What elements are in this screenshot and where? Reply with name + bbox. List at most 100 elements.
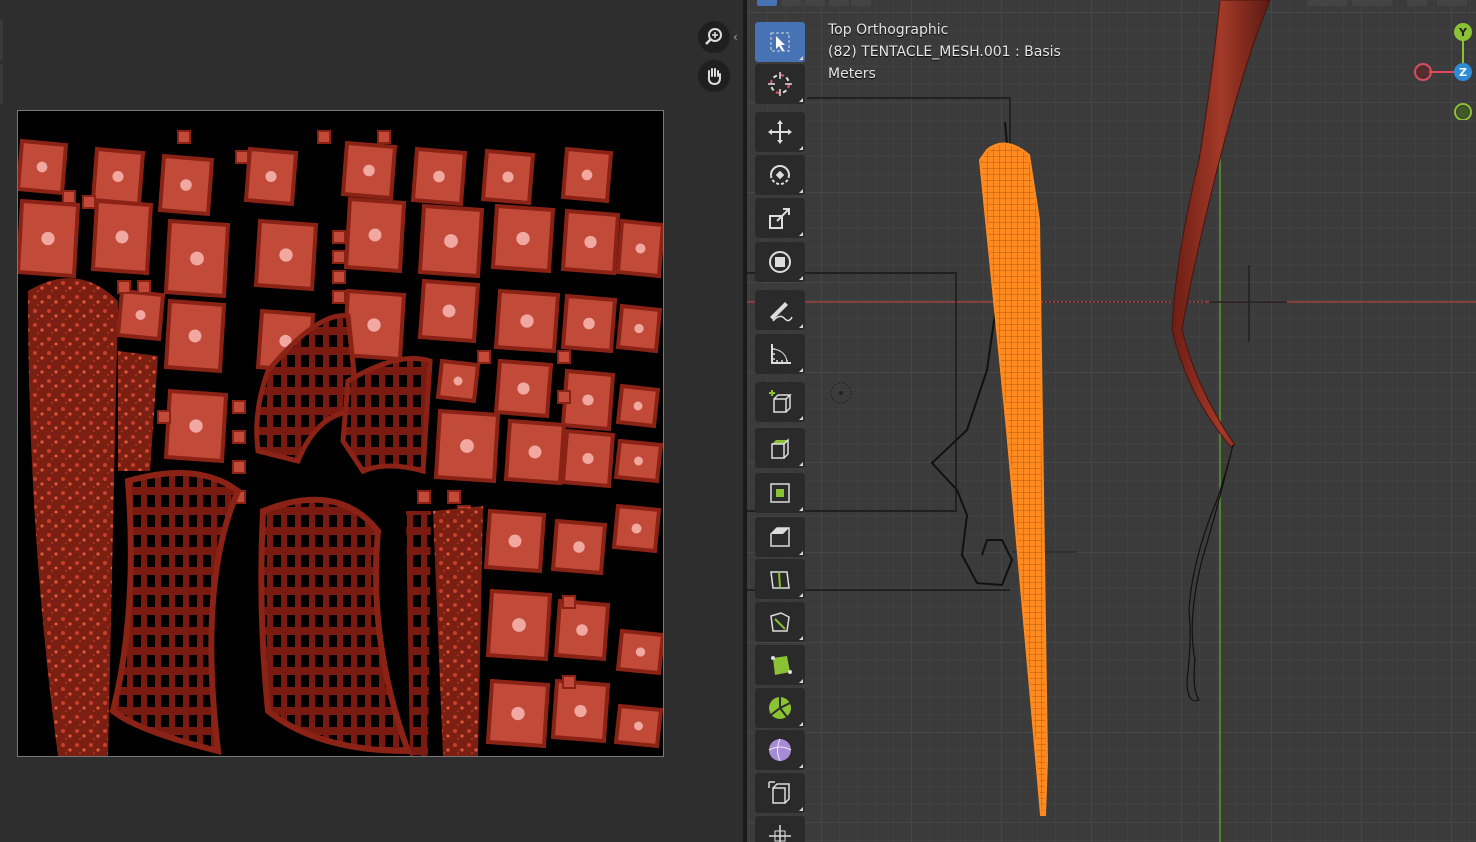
header-control[interactable] [1307,0,1347,6]
uv-island-small [477,350,491,364]
tool-inset-button[interactable] [755,473,805,513]
add-cube-icon [769,390,792,413]
uv-island-dot [368,228,382,242]
uv-curved-band [340,356,433,475]
uv-island-dot [517,382,530,395]
tool-move-button[interactable] [755,112,805,152]
uv-island-small [332,230,346,244]
3d-viewport[interactable]: Top Orthographic (82) TENTACLE_MESH.001 … [747,0,1476,842]
select-mode-tab[interactable] [757,0,777,6]
uv-island-dot [265,170,277,183]
pan-hand-icon[interactable] [698,60,730,92]
tool-annotate-button[interactable] [755,290,805,330]
tool-knife-button[interactable] [755,602,805,642]
zoom-icon[interactable] [698,21,730,53]
uv-island-dot [508,534,522,548]
uv-island-small [557,390,571,404]
tool-smooth-button[interactable] [755,730,805,770]
uv-island-small [157,410,171,424]
tool-loop-cut-button[interactable] [755,559,805,599]
uv-island-small [235,150,249,164]
active-object-info: (82) TENTACLE_MESH.001 : Basis [828,44,1061,60]
uv-island-dot [583,317,595,330]
tool-select-box-button[interactable] [755,22,805,62]
inset-faces-icon [770,483,790,503]
viewport-scene[interactable] [747,0,1476,842]
viewport-header-strip[interactable] [747,0,1476,6]
uv-island-dot [502,171,514,183]
move-icon [768,120,792,144]
tool-add-cube-button[interactable] [755,382,805,422]
uv-island-dot [442,304,456,318]
uv-island-small [557,350,571,364]
units-label: Meters [828,66,876,82]
tool-poly-build-button[interactable] [755,645,805,685]
knife-icon [770,612,790,632]
uv-island-dot [433,170,445,183]
header-control[interactable] [1352,0,1392,6]
bevel-icon [770,527,790,547]
tool-edge-slide-button[interactable] [755,773,805,813]
uv-island-small [137,280,151,294]
image-editor-panel[interactable]: ‹ [0,0,743,842]
uv-island-dot [634,456,643,466]
uv-island-dot [576,624,588,636]
uv-island-small [332,250,346,264]
uv-island-dot [520,314,534,328]
header-control[interactable] [1407,0,1427,6]
tool-spin-button[interactable] [755,688,805,728]
uv-island-dot [528,445,542,459]
uv-island-dot [582,452,594,465]
extrude-icon [771,438,789,459]
tool-rotate-button[interactable] [755,155,805,195]
select-box-icon [770,32,790,52]
uv-island-dot [36,161,48,173]
rotate-icon [770,165,790,185]
uv-island-dot [135,310,146,320]
tool-cursor-button[interactable] [755,64,805,104]
uv-island-small [417,490,431,504]
uv-texture-image[interactable] [17,110,664,757]
header-control[interactable] [1437,0,1467,6]
select-mode-tab[interactable] [851,0,871,6]
collapse-chevron-icon[interactable]: ‹ [733,30,738,44]
navigation-gizmo[interactable]: Y Z [1407,20,1473,120]
viewport-info-overlay: Top Orthographic (82) TENTACLE_MESH.001 … [828,19,1061,85]
uv-island-dot [635,647,646,657]
uv-island-dot [511,706,525,721]
uv-island-dot [631,523,642,534]
hand-pan-icon [707,68,721,86]
uv-island-small [82,195,96,209]
uv-island-small [177,130,191,144]
uv-island-small [232,460,246,474]
uv-island-dot [190,251,204,266]
select-mode-tab[interactable] [781,0,801,6]
uv-island-dot [453,376,463,386]
uv-island-dot [516,231,530,246]
tool-measure-button[interactable] [755,334,805,374]
uv-island-small [232,430,246,444]
uv-island-small [447,490,461,504]
tool-scale-button[interactable] [755,198,805,238]
tool-transform-button[interactable] [755,242,805,282]
tool-extrude-button[interactable] [755,428,805,468]
select-mode-tab[interactable] [805,0,825,6]
magnifier-zoom-icon [705,28,722,45]
select-mode-tab[interactable] [829,0,849,6]
annotate-pencil-icon [770,302,793,322]
uv-island-small [317,130,331,144]
uv-island-dot [180,179,192,191]
uv-island-dot [363,164,375,177]
uv-island-dot [41,231,55,246]
uv-island-small [332,290,346,304]
uv-island-dot [584,235,597,249]
tool-shrink-fatten-button[interactable] [755,816,805,842]
uv-island-dot [574,704,587,718]
tool-bevel-button[interactable] [755,517,805,557]
edge-slide-icon [768,781,790,804]
uv-island-dot [279,248,293,262]
uv-island-dot [112,170,124,183]
uv-island-dot [581,169,593,181]
uv-island-small [332,270,346,284]
uv-island-dot [635,243,646,254]
